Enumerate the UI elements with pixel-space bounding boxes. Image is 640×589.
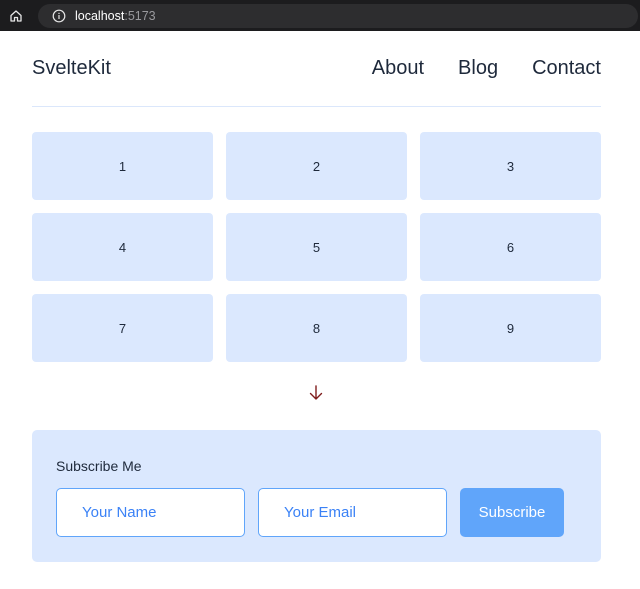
brand-link[interactable]: SvelteKit <box>32 57 111 80</box>
email-input[interactable] <box>258 488 447 537</box>
url-text: localhost:5173 <box>75 9 156 23</box>
subscribe-panel: Subscribe Me Subscribe <box>32 430 601 562</box>
address-bar[interactable]: localhost:5173 <box>38 4 638 28</box>
grid-card: 8 <box>226 294 407 362</box>
browser-toolbar: localhost:5173 <box>0 0 640 31</box>
main-nav: About Blog Contact <box>338 57 601 80</box>
nav-contact[interactable]: Contact <box>532 57 601 80</box>
subscribe-title: Subscribe Me <box>56 458 142 474</box>
card-grid: 1 2 3 4 5 6 7 8 9 <box>32 132 601 362</box>
name-input[interactable] <box>56 488 245 537</box>
grid-card: 7 <box>32 294 213 362</box>
grid-card: 5 <box>226 213 407 281</box>
grid-card: 3 <box>420 132 601 200</box>
arrow-down-icon <box>307 384 325 402</box>
nav-blog[interactable]: Blog <box>458 57 498 80</box>
site-header: SvelteKit About Blog Contact <box>32 31 601 107</box>
grid-card: 6 <box>420 213 601 281</box>
grid-card: 4 <box>32 213 213 281</box>
grid-card: 2 <box>226 132 407 200</box>
info-icon[interactable] <box>52 9 66 23</box>
url-host: localhost <box>75 9 125 23</box>
nav-about[interactable]: About <box>372 57 424 80</box>
url-port: :5173 <box>124 9 156 23</box>
home-icon[interactable] <box>5 5 27 27</box>
grid-card: 1 <box>32 132 213 200</box>
subscribe-button[interactable]: Subscribe <box>460 488 564 537</box>
grid-card: 9 <box>420 294 601 362</box>
